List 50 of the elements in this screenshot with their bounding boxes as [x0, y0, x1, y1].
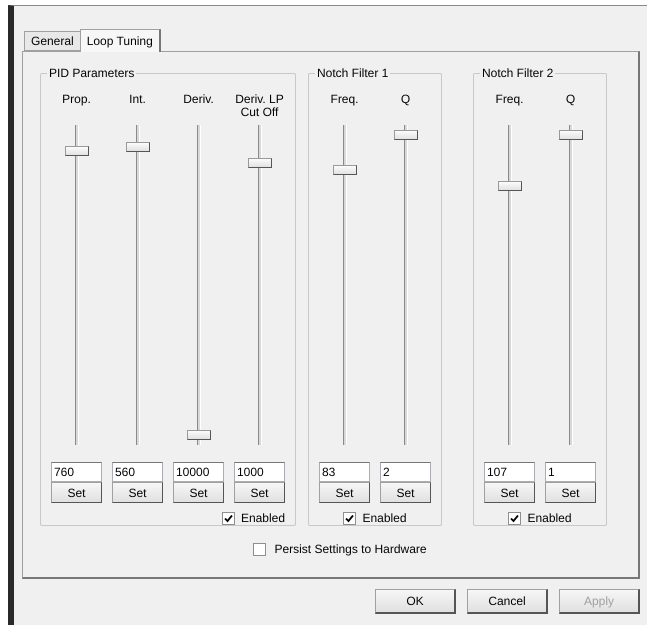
- set-button[interactable]: Set: [545, 482, 596, 503]
- value-field[interactable]: 107: [484, 462, 535, 482]
- dialog-button[interactable]: OK: [375, 589, 456, 614]
- slider-label: Prop.: [61, 93, 92, 108]
- slider-label: Deriv. LP Cut Off: [234, 93, 285, 121]
- slider-label: Q: [564, 93, 576, 108]
- set-button[interactable]: Set: [319, 482, 370, 503]
- value-field[interactable]: 2: [380, 462, 431, 482]
- value-field[interactable]: 10000: [173, 462, 224, 482]
- checkbox[interactable]: [253, 542, 266, 556]
- group-title: Notch Filter 1: [316, 66, 390, 80]
- set-button[interactable]: Set: [173, 482, 224, 503]
- checkbox[interactable]: [343, 512, 356, 524]
- slider-thumb[interactable]: [64, 146, 88, 156]
- checkbox-label: Enabled: [240, 511, 285, 525]
- checkbox[interactable]: [508, 512, 522, 524]
- slider-thumb[interactable]: [394, 130, 418, 140]
- dialog-button[interactable]: Cancel: [467, 589, 548, 614]
- slider-label: Int.: [128, 93, 147, 108]
- value-field[interactable]: 1000: [234, 462, 285, 482]
- group-title: PID Parameters: [48, 66, 136, 80]
- value-field[interactable]: 1: [545, 462, 596, 482]
- checkbox-label: Enabled: [527, 511, 572, 525]
- set-button[interactable]: Set: [51, 482, 102, 503]
- checkmark-icon: [224, 514, 233, 522]
- slider-thumb[interactable]: [248, 158, 272, 168]
- set-button[interactable]: Set: [234, 482, 285, 503]
- slider-label: Freq.: [494, 93, 524, 108]
- slider-thumb[interactable]: [498, 180, 522, 191]
- set-button[interactable]: Set: [380, 482, 431, 503]
- tab[interactable]: General: [24, 31, 81, 51]
- checkmark-icon: [345, 514, 354, 522]
- checkbox-label: Persist Settings to Hardware: [274, 542, 427, 556]
- slider-thumb[interactable]: [186, 430, 210, 440]
- checkbox[interactable]: [222, 512, 235, 524]
- checkmark-icon: [510, 514, 520, 522]
- slider-thumb[interactable]: [558, 130, 582, 140]
- slider-label: Freq.: [329, 93, 360, 108]
- tab[interactable]: Loop Tuning: [80, 29, 161, 52]
- slider-label: Deriv.: [182, 93, 215, 108]
- group-title: Notch Filter 2: [481, 66, 554, 80]
- set-button[interactable]: Set: [112, 482, 163, 503]
- slider-thumb[interactable]: [126, 142, 150, 152]
- set-button[interactable]: Set: [484, 482, 535, 503]
- checkbox-label: Enabled: [362, 511, 407, 525]
- slider-label: Q: [400, 93, 412, 108]
- slider-thumb[interactable]: [332, 164, 356, 175]
- value-field[interactable]: 560: [112, 462, 163, 482]
- value-field[interactable]: 760: [51, 462, 102, 482]
- value-field[interactable]: 83: [319, 462, 370, 482]
